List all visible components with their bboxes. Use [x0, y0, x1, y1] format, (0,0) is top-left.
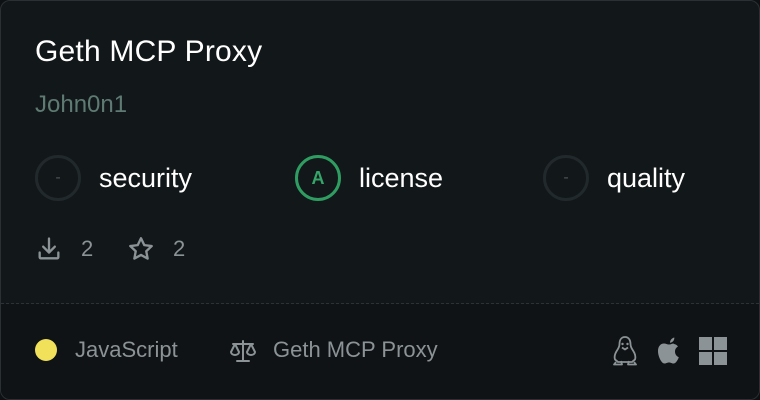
card-title[interactable]: Geth MCP Proxy	[35, 35, 262, 69]
license-name: Geth MCP Proxy	[273, 337, 438, 362]
linux-icon	[611, 335, 639, 372]
security-grade: - security	[35, 155, 192, 201]
language-label: JavaScript	[75, 337, 178, 362]
server-card[interactable]: Geth MCP Proxy John0n1 - security A lice…	[0, 0, 760, 400]
license-badge: A	[295, 155, 341, 201]
stars-count: 2	[173, 236, 186, 261]
download-icon	[35, 235, 63, 263]
card-header: Geth MCP Proxy John0n1 - security A lice…	[1, 1, 759, 303]
star-icon	[127, 235, 155, 263]
security-badge: -	[35, 155, 81, 201]
quality-label: quality	[607, 162, 686, 193]
apple-icon	[655, 335, 683, 372]
windows-icon	[699, 335, 727, 372]
stars-stat: 2	[127, 233, 185, 265]
license-grade: A license	[295, 155, 443, 201]
author-name[interactable]: John0n1	[35, 91, 127, 119]
language-color-dot	[35, 339, 57, 361]
downloads-count: 2	[81, 236, 94, 261]
security-label: security	[99, 162, 193, 193]
license-label: license	[359, 162, 444, 193]
quality-grade: - quality	[543, 155, 685, 201]
quality-badge: -	[543, 155, 589, 201]
scale-icon	[229, 338, 257, 369]
downloads-stat: 2	[35, 233, 93, 265]
